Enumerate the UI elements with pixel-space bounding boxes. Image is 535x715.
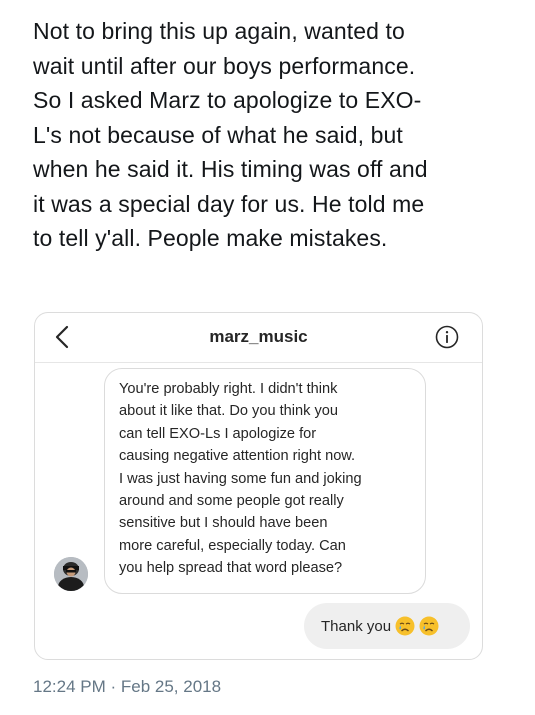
tweet-line: Not to bring this up again, wanted to (33, 18, 405, 44)
tweet-line: wait until after our boys performance. (33, 52, 416, 79)
message-line: causing negative attention right now. (119, 448, 356, 465)
incoming-message-bubble: You're probably right. I didn't think ab… (104, 368, 426, 594)
avatar[interactable] (54, 557, 88, 591)
info-button[interactable] (435, 325, 459, 349)
dm-username[interactable]: marz_music (35, 327, 482, 347)
crying-face-emoji-icon (419, 616, 439, 636)
dm-header: marz_music (35, 313, 482, 363)
instagram-screenshot[interactable]: marz_music You're probably right. I didn… (34, 312, 483, 660)
outgoing-message-text: Thank you (321, 617, 392, 635)
message-line: about it like that. Do you think you (119, 403, 339, 420)
message-line: around and some people got really (119, 493, 344, 510)
message-line: more careful, especially today. Can (119, 537, 346, 554)
message-line: you help spread that word please? (119, 560, 343, 577)
tweet-line: when he said it. His timing was off and (33, 156, 428, 182)
outgoing-message-bubble: Thank you (304, 603, 470, 649)
info-icon (435, 325, 459, 349)
message-line: You're probably right. I didn't think (119, 381, 338, 397)
tweet-line: it was a special day for us. He told me (33, 190, 425, 217)
avatar-image (54, 557, 88, 591)
tweet-timestamp[interactable]: 12:24 PM · Feb 25, 2018 (33, 677, 221, 697)
message-line: I was just having some fun and joking (119, 470, 362, 487)
message-line: can tell EXO-Ls I apologize for (119, 425, 317, 442)
tweet-line: L's not because of what he said, but (33, 121, 403, 148)
crying-face-emoji-icon (395, 616, 415, 636)
tweet-line: So I asked Marz to apologize to EXO- (33, 87, 422, 113)
message-line: sensitive but I should have been (119, 515, 328, 532)
tweet-text: Not to bring this up again, wanted to wa… (33, 14, 503, 256)
tweet-line: to tell y'all. People make mistakes. (33, 225, 388, 251)
